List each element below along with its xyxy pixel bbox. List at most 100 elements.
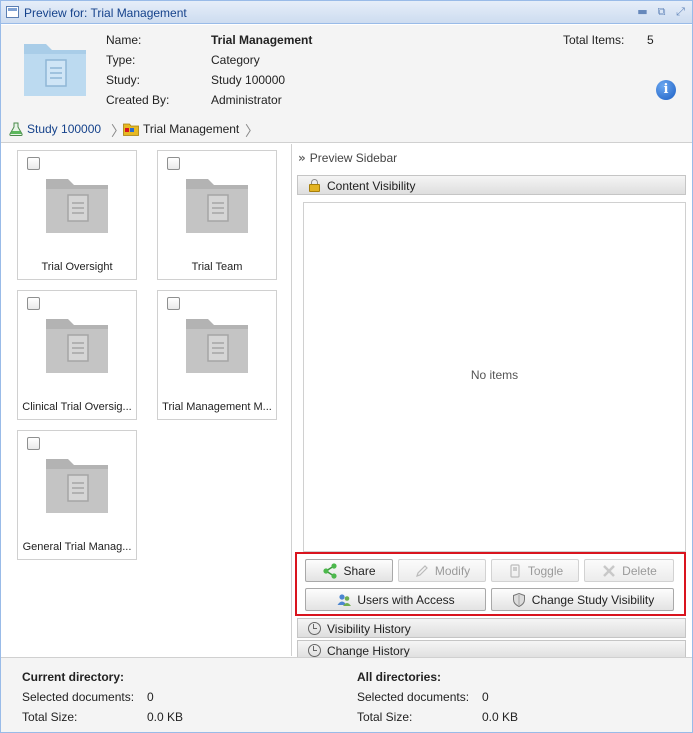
info-value-created-by: Administrator <box>211 93 282 107</box>
footer-row-selected: Selected documents: 0 <box>22 690 154 710</box>
panel-title: Change History <box>327 644 410 658</box>
window-title: Preview for: Trial Management <box>24 6 187 20</box>
button-label: Toggle <box>527 563 564 578</box>
delete-button[interactable]: Delete <box>584 559 674 582</box>
footer-heading: Current directory: <box>22 670 125 684</box>
tile-label: Trial Team <box>191 261 243 273</box>
folder-icon <box>24 44 86 96</box>
share-icon <box>323 562 338 579</box>
button-label: Delete <box>622 563 657 578</box>
footer-heading: All directories: <box>357 670 442 684</box>
footer-label: Selected documents: <box>357 690 470 704</box>
footer-row-size: Total Size: 0.0 KB <box>357 710 518 730</box>
info-label: Name: <box>106 33 142 47</box>
folder-icon <box>123 123 139 136</box>
breadcrumb: Study 100000 〉 Trial Management 〉 <box>1 117 692 143</box>
tile-checkbox[interactable] <box>27 437 40 450</box>
restore-icon[interactable]: ⧉ <box>654 5 669 19</box>
window-icon <box>6 6 19 18</box>
current-directory-stats: Current directory: Selected documents: 0… <box>22 670 183 730</box>
chevron-right-icon: 〉 <box>245 124 259 140</box>
tile-checkbox[interactable] <box>27 297 40 310</box>
tile-label: Trial Management M... <box>162 401 272 413</box>
empty-message: No items <box>470 368 519 382</box>
clock-icon <box>308 622 321 635</box>
total-items: Total Items: 5 <box>563 33 654 47</box>
all-directories-stats: All directories: Selected documents: 0 T… <box>357 670 518 730</box>
info-value-type: Category <box>211 53 260 67</box>
panel-visibility-history[interactable]: Visibility History <box>297 618 686 638</box>
button-label: Users with Access <box>357 592 455 607</box>
sidebar-title: Preview Sidebar <box>309 151 398 165</box>
tile-checkbox[interactable] <box>167 297 180 310</box>
button-label: Change Study Visibility <box>531 592 655 607</box>
info-value-study: Study 100000 <box>211 73 286 87</box>
title-bar: Preview for: Trial Management ▬ ⧉ ⤢ <box>1 1 692 24</box>
footer-row-size: Total Size: 0.0 KB <box>22 710 183 730</box>
preview-sidebar: » Preview Sidebar Content Visibility No i… <box>293 144 692 660</box>
delete-icon <box>603 564 616 577</box>
footer-value: 0 <box>482 690 489 704</box>
folder-icon <box>46 459 108 513</box>
breadcrumb-item-category[interactable]: Trial Management <box>123 122 239 136</box>
folder-tile[interactable]: Trial Oversight <box>17 150 137 280</box>
folder-grid: Trial Oversight Trial Team Clinical Tria… <box>1 144 292 656</box>
panel-title: Content Visibility <box>327 179 416 193</box>
footer-label: Total Size: <box>357 710 413 724</box>
tile-checkbox[interactable] <box>167 157 180 170</box>
footer-value: 0.0 KB <box>147 710 184 724</box>
footer-label: Total Size: <box>22 710 78 724</box>
status-footer: Current directory: Selected documents: 0… <box>1 657 692 732</box>
change-study-visibility-button[interactable]: Change Study Visibility <box>491 588 674 611</box>
tile-checkbox[interactable] <box>27 157 40 170</box>
folder-icon <box>46 319 108 373</box>
pencil-icon <box>415 564 428 577</box>
folder-icon <box>186 179 248 233</box>
toggle-button[interactable]: Toggle <box>491 559 579 582</box>
footer-value: 0.0 KB <box>482 710 519 724</box>
clock-icon <box>308 644 321 657</box>
double-chevron-right-icon[interactable]: » <box>298 151 306 165</box>
info-value-name: Trial Management <box>211 33 313 47</box>
total-items-value: 5 <box>647 33 654 47</box>
tile-label: Trial Oversight <box>41 261 113 273</box>
lock-icon <box>308 179 321 192</box>
breadcrumb-item-study[interactable]: Study 100000 <box>9 122 101 136</box>
action-buttons-highlight: Share Modify Toggle Delete Users with Ac… <box>295 552 686 616</box>
preview-window: Preview for: Trial Management ▬ ⧉ ⤢ Name… <box>0 0 693 733</box>
item-header: Name: Trial Management Type: Category St… <box>1 25 692 117</box>
info-label: Created By: <box>106 93 170 107</box>
flask-icon <box>9 122 23 136</box>
tile-label: Clinical Trial Oversig... <box>22 401 132 413</box>
panel-content-visibility[interactable]: Content Visibility <box>297 175 686 195</box>
info-label: Type: <box>106 53 136 67</box>
tile-label: General Trial Manag... <box>22 541 132 553</box>
sidebar-header[interactable]: » Preview Sidebar <box>298 151 397 165</box>
info-icon[interactable]: i <box>656 80 676 100</box>
button-label: Share <box>343 563 376 578</box>
folder-tile[interactable]: Clinical Trial Oversig... <box>17 290 137 420</box>
folder-icon <box>46 179 108 233</box>
minimize-icon[interactable]: ▬ <box>635 5 650 19</box>
footer-row-selected: Selected documents: 0 <box>357 690 489 710</box>
folder-tile[interactable]: Trial Team <box>157 150 277 280</box>
window-tools: ▬ ⧉ ⤢ <box>635 5 688 19</box>
breadcrumb-label: Trial Management <box>143 122 240 136</box>
folder-tile[interactable]: General Trial Manag... <box>17 430 137 560</box>
total-items-label: Total Items: <box>563 33 625 47</box>
breadcrumb-label: Study 100000 <box>27 122 102 136</box>
modify-button[interactable]: Modify <box>398 559 486 582</box>
button-label: Modify <box>434 563 471 578</box>
maximize-icon[interactable]: ⤢ <box>673 5 688 19</box>
info-label: Study: <box>106 73 141 87</box>
panel-title: Visibility History <box>327 622 411 636</box>
shield-icon <box>512 592 525 607</box>
footer-label: Selected documents: <box>22 690 135 704</box>
footer-value: 0 <box>147 690 154 704</box>
folder-icon <box>186 319 248 373</box>
toggle-icon <box>510 563 520 578</box>
share-button[interactable]: Share <box>305 559 393 582</box>
folder-tile[interactable]: Trial Management M... <box>157 290 277 420</box>
visibility-list: No items <box>303 202 686 552</box>
users-with-access-button[interactable]: Users with Access <box>305 588 486 611</box>
